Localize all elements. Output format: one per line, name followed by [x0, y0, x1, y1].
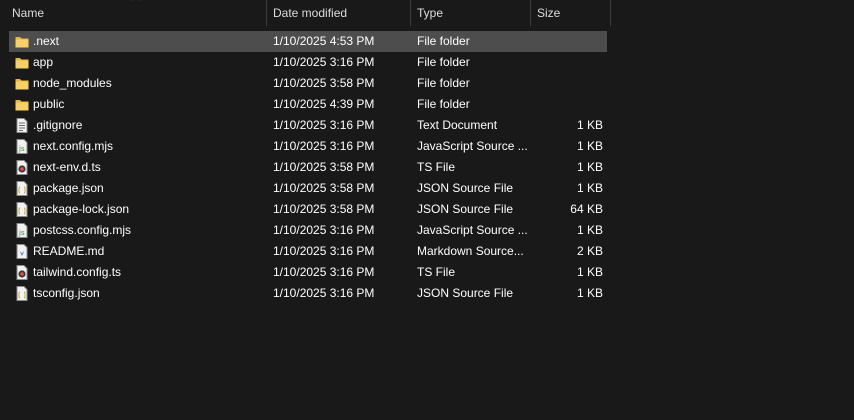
ts-file-icon: [15, 265, 29, 280]
file-date-modified: 1/10/2025 3:58 PM: [273, 181, 375, 195]
file-size: 1 KB: [576, 160, 603, 174]
text-document-icon: [15, 118, 29, 133]
file-date-modified: 1/10/2025 3:16 PM: [273, 139, 375, 153]
folder-icon: [15, 55, 29, 70]
file-date-modified: 1/10/2025 3:16 PM: [273, 244, 375, 258]
file-row[interactable]: README.md 1/10/2025 3:16 PM Markdown Sourc…: [9, 241, 607, 262]
column-header-bar: Name Date modified Type Size: [0, 0, 611, 26]
file-size: 2 KB: [576, 244, 603, 258]
file-date-modified: 1/10/2025 3:16 PM: [273, 223, 375, 237]
file-name: public: [33, 97, 65, 111]
file-name: README.md: [33, 244, 105, 258]
column-header-size[interactable]: Size: [531, 0, 611, 26]
json-file-icon: [15, 202, 29, 217]
javascript-file-icon: js: [15, 139, 29, 154]
file-name: tailwind.config.ts: [33, 265, 122, 279]
file-row[interactable]: js next.config.mjs 1/10/2025 3:16 PM JavaSc…: [9, 136, 607, 157]
file-explorer: Name Date modified Type Size .next 1/10/2…: [0, 0, 854, 420]
file-size: 1 KB: [576, 139, 603, 153]
file-row[interactable]: node_modules 1/10/2025 3:58 PM File folder: [9, 73, 607, 94]
file-type: JSON Source File: [417, 202, 514, 216]
file-row[interactable]: app 1/10/2025 3:16 PM File folder: [9, 52, 607, 73]
file-name: node_modules: [33, 76, 112, 90]
file-name: app: [33, 55, 54, 69]
file-type: JSON Source File: [417, 286, 514, 300]
file-name: tsconfig.json: [33, 286, 100, 300]
folder-icon: [15, 34, 29, 49]
file-row[interactable]: public 1/10/2025 4:39 PM File folder: [9, 94, 607, 115]
file-date-modified: 1/10/2025 3:16 PM: [273, 118, 375, 132]
file-type: JavaScript Source ...: [417, 139, 527, 153]
file-row[interactable]: .gitignore 1/10/2025 3:16 PM Text Document…: [9, 115, 607, 136]
file-row[interactable]: package-lock.json 1/10/2025 3:58 PM JSON S…: [9, 199, 607, 220]
column-header-date-label: Date modified: [273, 6, 348, 20]
json-file-icon: [15, 286, 29, 301]
folder-icon: [15, 76, 29, 91]
file-date-modified: 1/10/2025 3:58 PM: [273, 76, 375, 90]
file-name: .next: [33, 34, 60, 48]
file-type: TS File: [417, 265, 456, 279]
sort-ascending-icon: [131, 0, 141, 3]
file-list: .next 1/10/2025 4:53 PM File folder app 1/10…: [9, 31, 607, 304]
file-date-modified: 1/10/2025 3:16 PM: [273, 286, 375, 300]
file-type: JavaScript Source ...: [417, 223, 527, 237]
column-header-size-label: Size: [537, 6, 561, 20]
column-header-name-label: Name: [12, 6, 45, 20]
file-date-modified: 1/10/2025 4:39 PM: [273, 97, 375, 111]
json-file-icon: [15, 181, 29, 196]
file-row[interactable]: next-env.d.ts 1/10/2025 3:58 PM TS File 1 K…: [9, 157, 607, 178]
file-name: next-env.d.ts: [33, 160, 101, 174]
file-size: 64 KB: [570, 202, 603, 216]
svg-text:js: js: [18, 229, 25, 237]
file-name: next.config.mjs: [33, 139, 114, 153]
file-size: 1 KB: [576, 118, 603, 132]
markdown-file-icon: [15, 244, 29, 259]
javascript-file-icon: js: [15, 223, 29, 238]
ts-file-icon: [15, 160, 29, 175]
column-header-type[interactable]: Type: [411, 0, 531, 26]
file-row[interactable]: package.json 1/10/2025 3:58 PM JSON Source…: [9, 178, 607, 199]
file-type: File folder: [417, 76, 470, 90]
file-row[interactable]: tsconfig.json 1/10/2025 3:16 PM JSON Sourc…: [9, 283, 607, 304]
file-date-modified: 1/10/2025 4:53 PM: [273, 34, 375, 48]
file-size: 1 KB: [576, 286, 603, 300]
file-type: Markdown Source...: [417, 244, 524, 258]
file-date-modified: 1/10/2025 3:58 PM: [273, 160, 375, 174]
file-row[interactable]: tailwind.config.ts 1/10/2025 3:16 PM TS Fi…: [9, 262, 607, 283]
file-date-modified: 1/10/2025 3:58 PM: [273, 202, 375, 216]
file-type: JSON Source File: [417, 181, 514, 195]
file-row[interactable]: js postcss.config.mjs 1/10/2025 3:16 PM Jav…: [9, 220, 607, 241]
file-name: package.json: [33, 181, 104, 195]
file-type: File folder: [417, 55, 470, 69]
file-size: 1 KB: [576, 223, 603, 237]
column-header-name[interactable]: Name: [0, 0, 267, 26]
file-type: Text Document: [417, 118, 498, 132]
file-type: File folder: [417, 34, 470, 48]
file-date-modified: 1/10/2025 3:16 PM: [273, 265, 375, 279]
svg-text:js: js: [18, 145, 25, 153]
file-name: .gitignore: [33, 118, 83, 132]
column-header-type-label: Type: [417, 6, 444, 20]
file-date-modified: 1/10/2025 3:16 PM: [273, 55, 375, 69]
file-name: package-lock.json: [33, 202, 130, 216]
file-type: File folder: [417, 97, 470, 111]
file-name: postcss.config.mjs: [33, 223, 132, 237]
file-size: 1 KB: [576, 181, 603, 195]
file-row[interactable]: .next 1/10/2025 4:53 PM File folder: [9, 31, 607, 52]
column-header-date-modified[interactable]: Date modified: [267, 0, 411, 26]
file-size: 1 KB: [576, 265, 603, 279]
folder-icon: [15, 97, 29, 112]
file-type: TS File: [417, 160, 456, 174]
